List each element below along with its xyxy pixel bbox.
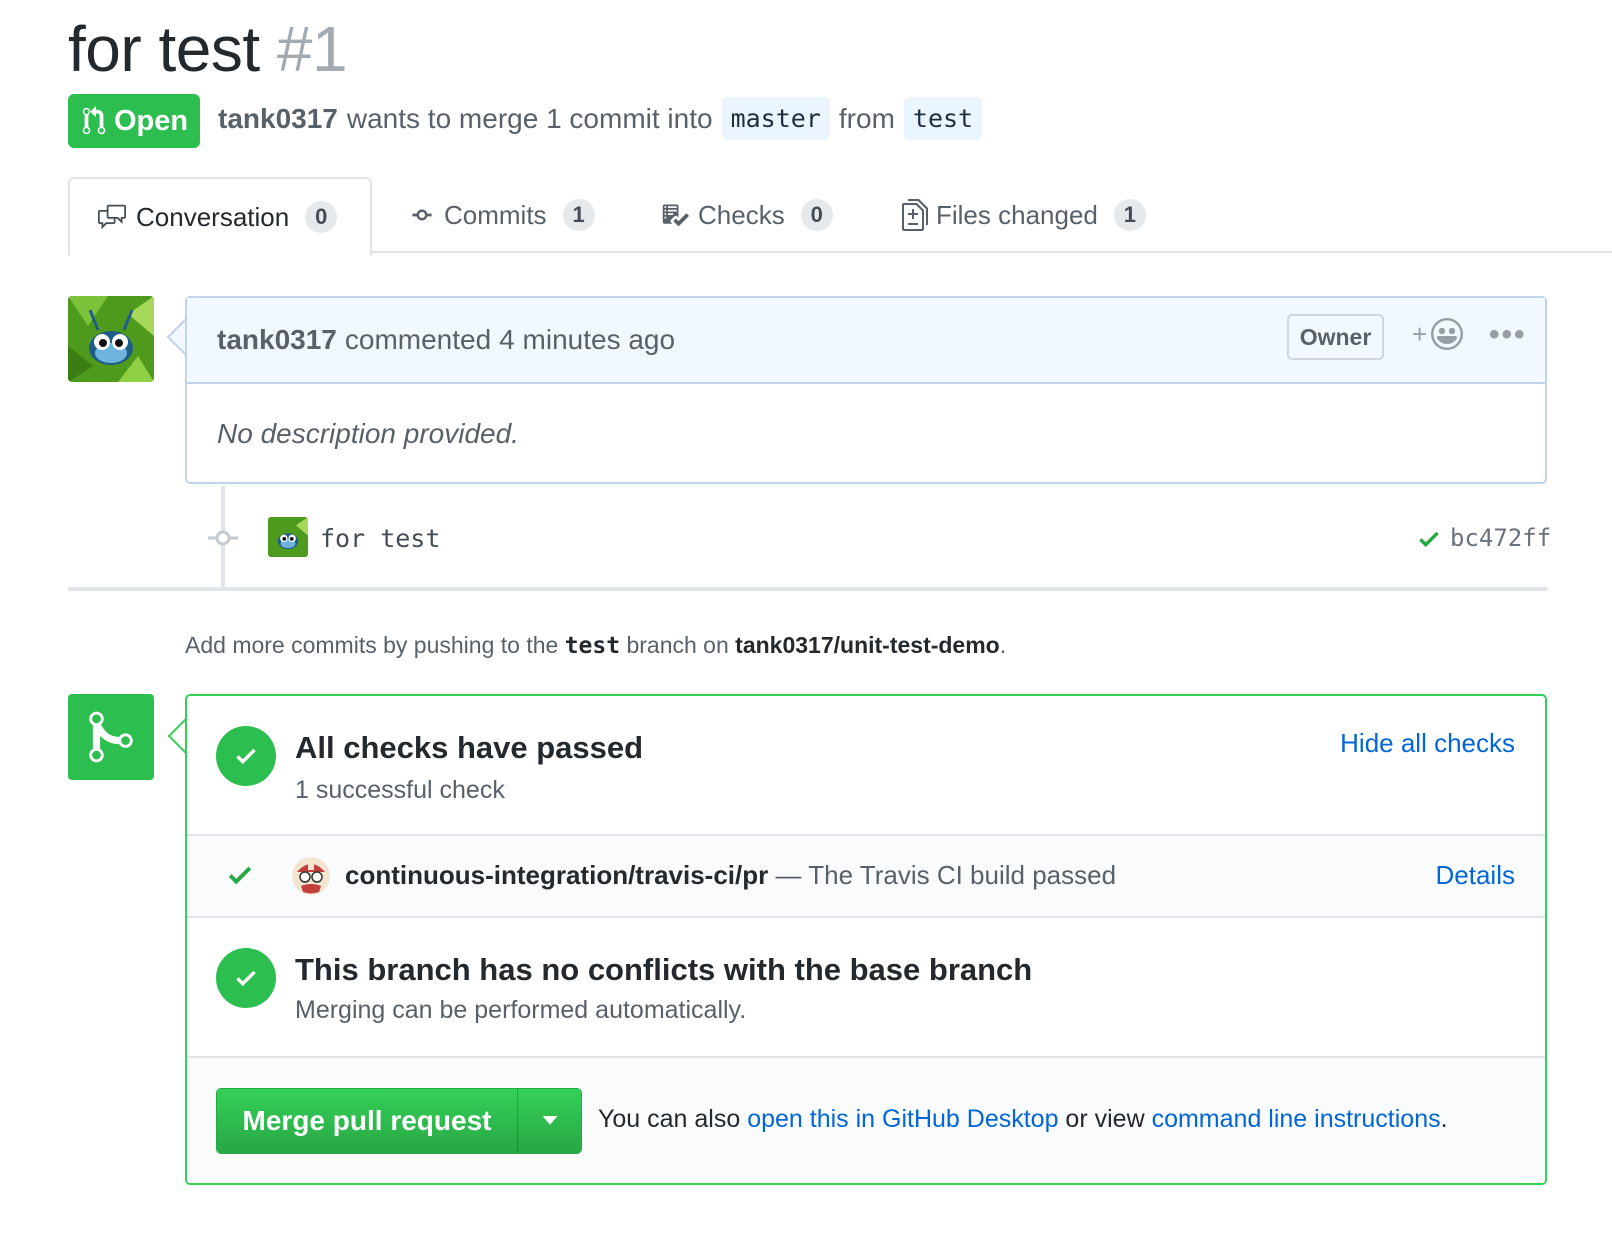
comment-timestamp[interactable]: 4 minutes ago <box>499 324 675 356</box>
tab-checks[interactable]: Checks 0 <box>660 177 833 253</box>
state-label: Open <box>114 104 189 137</box>
tab-conversation-count: 0 <box>305 201 338 233</box>
hide-all-checks-link[interactable]: Hide all checks <box>1340 728 1515 759</box>
comment-author-link[interactable]: tank0317 <box>217 324 337 356</box>
check-icon[interactable] <box>1416 526 1442 552</box>
check-success-icon <box>228 866 252 885</box>
commit-icon <box>412 209 432 221</box>
push-hint: Add more commits by pushing to the test … <box>185 632 1006 659</box>
push-hint-branch: test <box>564 633 621 659</box>
tab-conversation-label: Conversation <box>136 201 290 232</box>
also-prefix: You can also <box>598 1105 748 1133</box>
tab-files-changed-count: 1 <box>1113 199 1146 231</box>
author-avatar[interactable] <box>68 296 154 382</box>
check-context: continuous-integration/travis-ci/pr <box>345 860 769 890</box>
pr-tabs: Conversation 0 Commits 1 Checks 0 Files … <box>68 177 1612 255</box>
base-branch[interactable]: master <box>721 97 830 140</box>
comment-header: tank0317 commented 4 minutes ago Owner +… <box>187 298 1545 384</box>
tab-checks-count: 0 <box>800 199 833 231</box>
push-hint-prefix: Add more commits by pushing to the <box>185 632 559 658</box>
comment-body: No description provided. <box>217 418 519 449</box>
from-word: from <box>838 102 895 134</box>
also-suffix: . <box>1440 1105 1448 1133</box>
alternate-merge-text: You can also open this in GitHub Desktop… <box>598 1105 1448 1134</box>
head-branch[interactable]: test <box>903 97 983 140</box>
checks-subtitle: 1 successful check <box>295 776 505 804</box>
add-reaction-button[interactable]: + <box>1412 318 1464 350</box>
conversation-icon <box>98 204 126 230</box>
tab-checks-label: Checks <box>698 199 785 230</box>
commit-node-icon <box>208 530 238 546</box>
command-line-instructions-link[interactable]: command line instructions <box>1152 1105 1441 1133</box>
commit-author-avatar[interactable] <box>268 517 308 557</box>
open-in-desktop-link[interactable]: open this in GitHub Desktop <box>747 1105 1058 1133</box>
merge-method-dropdown[interactable] <box>517 1089 581 1153</box>
tab-conversation[interactable]: Conversation 0 <box>68 177 372 255</box>
check-text: continuous-integration/travis-ci/pr — Th… <box>345 860 1116 891</box>
pr-author-link[interactable]: tank0317 <box>218 103 338 135</box>
merge-actions: Merge pull request You can also open thi… <box>187 1058 1545 1183</box>
owner-label: Owner <box>1287 314 1384 360</box>
checks-title: All checks have passed <box>295 730 644 765</box>
push-hint-middle: branch on <box>626 632 729 658</box>
commit-message-link[interactable]: for test <box>320 524 440 553</box>
tab-files-changed[interactable]: Files changed 1 <box>902 177 1146 253</box>
conflicts-status: This branch has no conflicts with the ba… <box>187 918 1545 1058</box>
checks-summary: All checks have passed 1 successful chec… <box>187 696 1545 836</box>
merge-status-icon-box <box>68 694 154 780</box>
check-row: continuous-integration/travis-ci/pr — Th… <box>187 836 1545 918</box>
pr-title-text: for test <box>68 13 260 85</box>
merge-box: All checks have passed 1 successful chec… <box>185 694 1547 1185</box>
pr-number: #1 <box>276 13 348 85</box>
no-conflicts-icon <box>216 948 276 1008</box>
git-merge-icon <box>89 711 133 763</box>
comment-more-button[interactable]: ••• <box>1489 318 1527 352</box>
conflicts-title: This branch has no conflicts with the ba… <box>295 952 1033 987</box>
merge-button-group: Merge pull request <box>216 1088 582 1154</box>
check-details-link[interactable]: Details <box>1436 860 1515 891</box>
pr-meta: tank0317 wants to merge 1 commit into ma… <box>218 97 991 140</box>
tab-commits-count: 1 <box>562 199 595 231</box>
pr-title: for test #1 <box>68 12 348 86</box>
push-hint-suffix: . <box>999 632 1007 658</box>
pr-description-comment: tank0317 commented 4 minutes ago Owner +… <box>185 296 1547 484</box>
reaction-plus: + <box>1412 318 1428 349</box>
also-middle: or view <box>1058 1105 1152 1133</box>
checklist-icon <box>662 204 689 227</box>
conflicts-subtitle: Merging can be performed automatically. <box>295 996 747 1024</box>
comment-action: commented <box>344 324 492 355</box>
tab-files-changed-label: Files changed <box>936 199 1098 230</box>
push-hint-repo: tank0317/unit-test-demo <box>735 632 1000 658</box>
checks-passed-icon <box>216 726 276 786</box>
smiley-icon <box>1431 318 1464 350</box>
timeline-divider <box>68 587 1547 591</box>
file-diff-icon <box>902 199 928 231</box>
merge-pull-request-button[interactable]: Merge pull request <box>217 1089 517 1153</box>
triangle-down-icon <box>542 1116 557 1125</box>
state-badge: Open <box>68 94 200 148</box>
travis-ci-avatar <box>292 857 330 895</box>
commit-sha-link[interactable]: bc472ff <box>1450 524 1551 552</box>
pull-request-icon <box>82 106 106 135</box>
pr-summary: wants to merge 1 commit into <box>346 102 713 134</box>
tab-commits[interactable]: Commits 1 <box>408 177 595 253</box>
tab-commits-label: Commits <box>444 199 547 230</box>
check-description: — The Travis CI build passed <box>768 860 1117 890</box>
